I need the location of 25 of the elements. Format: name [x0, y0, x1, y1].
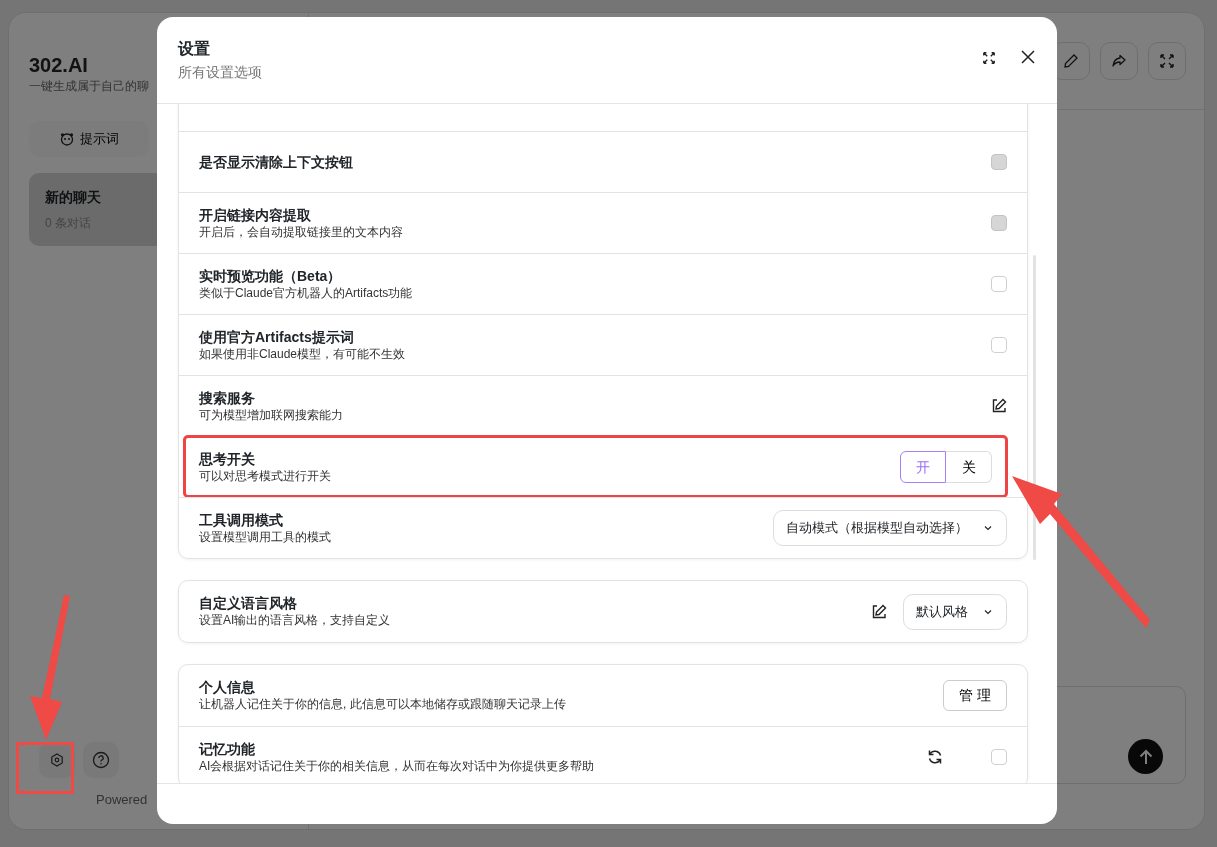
setting-title: 自定义语言风格 [199, 594, 298, 613]
app-subtitle: 一键生成属于自己的聊 [29, 78, 149, 95]
setting-title: 使用官方Artifacts提示词 [199, 327, 355, 346]
setting-description: 如果使用非Claude模型，有可能不生效 [199, 345, 406, 363]
setting-title: 个人信息 [199, 678, 256, 697]
setting-title: 思考开关 [199, 449, 256, 468]
chat-title: 新的聊天 [45, 187, 101, 207]
setting-description: 设置模型调用工具的模式 [199, 528, 331, 546]
setting-title: 是否显示清除上下文按钮 [199, 152, 353, 172]
setting-title: 工具调用模式 [199, 510, 284, 529]
dialog-subtitle: 所有设置选项 [178, 63, 262, 83]
setting-description: AI会根据对话记住关于你的相关信息，从而在每次对话中为你提供更多帮助 [199, 757, 595, 775]
setting-title: 实时预览功能（Beta） [199, 266, 343, 285]
setting-description: 开启后，会自动提取链接里的文本内容 [199, 223, 403, 241]
setting-title: 搜索服务 [199, 388, 256, 407]
setting-description: 设置AI输出的语言风格，支持自定义 [199, 612, 391, 629]
app-title: 302.AI [29, 53, 88, 77]
setting-title: 开启链接内容提取 [199, 205, 312, 224]
dialog-title: 设置 [178, 39, 211, 59]
setting-description: 让机器人记住关于你的信息, 此信息可以本地储存或跟随聊天记录上传 [199, 696, 566, 713]
setting-description: 可为模型增加联网搜索能力 [199, 406, 343, 424]
setting-title: 记忆功能 [199, 739, 256, 758]
setting-description: 可以对思考模式进行开关 [199, 467, 331, 485]
setting-description: 类似于Claude官方机器人的Artifacts功能 [199, 284, 413, 302]
powered-by-text: Powered [96, 790, 149, 809]
